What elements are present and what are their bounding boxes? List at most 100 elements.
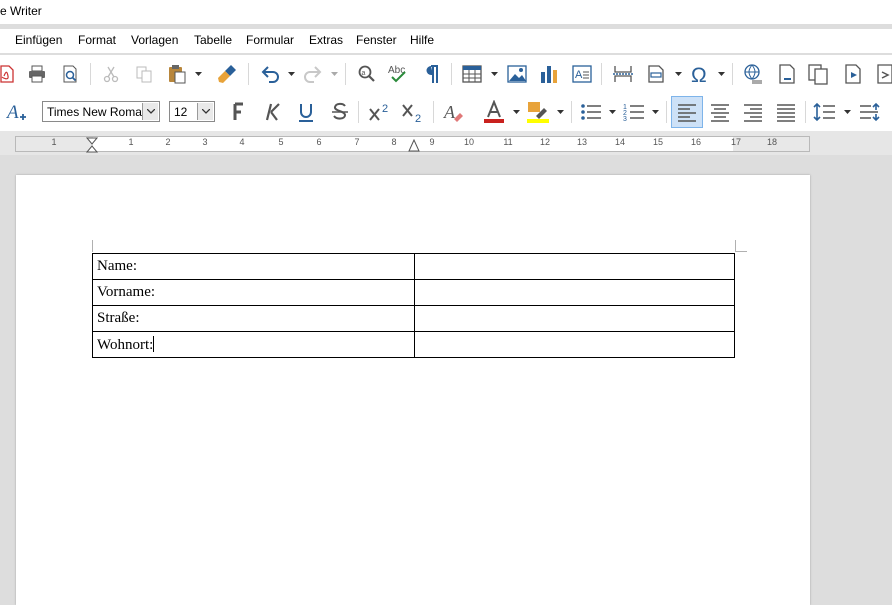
ruler-number: 17 <box>730 137 742 147</box>
insert-field-dropdown-arrow[interactable] <box>674 61 682 87</box>
copy-icon[interactable] <box>131 61 157 87</box>
insert-field-icon[interactable] <box>643 61 669 87</box>
ordered-list-icon[interactable]: 123 <box>621 99 647 125</box>
menu-window[interactable]: Fenster <box>356 33 397 47</box>
menu-tools[interactable]: Extras <box>309 33 343 47</box>
menu-table[interactable]: Tabelle <box>194 33 232 47</box>
hyperlink-icon[interactable] <box>740 61 766 87</box>
special-character-dropdown-arrow[interactable] <box>717 61 725 87</box>
highlighting-color-icon[interactable] <box>525 99 551 125</box>
print-icon[interactable] <box>24 61 50 87</box>
font-color-icon[interactable] <box>481 99 507 125</box>
table-cell[interactable] <box>414 305 735 332</box>
document-page[interactable] <box>16 175 810 605</box>
ruler-number: 11 <box>503 137 513 147</box>
paste-dropdown-arrow[interactable] <box>194 61 202 87</box>
line-spacing-dropdown-arrow[interactable] <box>843 99 851 125</box>
ruler-number: 16 <box>690 137 702 147</box>
line-spacing-icon[interactable] <box>812 99 838 125</box>
toolbar-separator <box>90 63 91 85</box>
ruler-number: 10 <box>463 137 475 147</box>
title-bar: e Writer <box>0 0 892 24</box>
ruler-number: 3 <box>202 137 208 147</box>
document-table[interactable]: Name: Vorname: Straße: Wohnort: <box>92 253 735 358</box>
ruler-number: 9 <box>429 137 435 147</box>
ruler-number: 5 <box>278 137 284 147</box>
spelling-icon[interactable]: Abc <box>386 61 412 87</box>
table-row: Wohnort: <box>92 331 735 358</box>
strikethrough-icon[interactable] <box>327 99 353 125</box>
insert-table-icon[interactable] <box>459 61 485 87</box>
clear-formatting-icon[interactable]: A <box>441 99 467 125</box>
special-character-icon[interactable]: Ω <box>687 61 713 87</box>
footnote-icon[interactable] <box>774 61 800 87</box>
superscript-icon[interactable]: 2 <box>367 99 393 125</box>
menu-styles[interactable]: Vorlagen <box>131 33 178 47</box>
insert-table-dropdown-arrow[interactable] <box>490 61 498 87</box>
find-replace-icon[interactable]: a <box>354 61 380 87</box>
svg-text:2: 2 <box>382 103 388 115</box>
menu-insert[interactable]: Einfügen <box>15 33 62 47</box>
ruler-number: 12 <box>539 137 551 147</box>
indent-marker-icon[interactable] <box>85 137 99 158</box>
column-marker-icon[interactable] <box>408 138 420 157</box>
svg-text:A: A <box>6 102 19 123</box>
italic-icon[interactable] <box>259 99 285 125</box>
bold-icon[interactable] <box>226 99 252 125</box>
paragraph-style-icon[interactable]: A <box>4 99 30 125</box>
font-name-combobox[interactable]: Times New Roman <box>42 101 160 122</box>
navigator-icon[interactable] <box>872 61 892 87</box>
menu-help[interactable]: Hilfe <box>410 33 434 47</box>
ruler-number: 1 <box>51 137 57 147</box>
page-break-icon[interactable] <box>610 61 636 87</box>
ruler-number: 4 <box>239 137 245 147</box>
insert-image-icon[interactable] <box>504 61 530 87</box>
insert-chart-icon[interactable] <box>536 61 562 87</box>
formatting-marks-icon[interactable] <box>419 61 445 87</box>
ruler-number: 13 <box>576 137 588 147</box>
font-size-combobox[interactable]: 12 <box>169 101 215 122</box>
menu-format[interactable]: Format <box>78 33 116 47</box>
font-name-dropdown-arrow[interactable] <box>142 103 158 120</box>
comment-icon[interactable] <box>806 61 832 87</box>
paste-icon[interactable] <box>164 61 190 87</box>
table-cell[interactable] <box>414 253 735 280</box>
unordered-list-icon[interactable] <box>578 99 604 125</box>
toolbar-separator <box>805 101 806 123</box>
clone-formatting-icon[interactable] <box>215 61 241 87</box>
redo-dropdown-arrow[interactable] <box>330 61 338 87</box>
subscript-icon[interactable]: 2 <box>400 99 426 125</box>
justify-icon[interactable] <box>773 99 799 125</box>
unordered-list-dropdown-arrow[interactable] <box>608 99 616 125</box>
cell-text: Vorname: <box>97 284 156 300</box>
cell-text: Wohnort: <box>97 336 154 353</box>
toolbar-separator <box>345 63 346 85</box>
undo-icon[interactable] <box>257 61 283 87</box>
table-cell[interactable] <box>414 279 735 306</box>
toolbar-separator <box>248 63 249 85</box>
align-left-icon[interactable] <box>671 96 703 128</box>
menu-form[interactable]: Formular <box>246 33 294 47</box>
export-pdf-icon[interactable] <box>0 61 20 87</box>
font-size-dropdown-arrow[interactable] <box>197 103 213 120</box>
ruler-number: 2 <box>165 137 171 147</box>
table-cell[interactable] <box>414 331 735 358</box>
table-cell[interactable]: Name: <box>92 253 415 280</box>
align-right-icon[interactable] <box>740 99 766 125</box>
undo-dropdown-arrow[interactable] <box>287 61 295 87</box>
table-cell[interactable]: Wohnort: <box>92 331 415 358</box>
insert-textbox-icon[interactable]: A <box>569 61 595 87</box>
paragraph-spacing-icon[interactable] <box>857 99 883 125</box>
table-cell[interactable]: Vorname: <box>92 279 415 306</box>
text-cursor <box>153 335 155 352</box>
highlighting-color-dropdown-arrow[interactable] <box>556 99 564 125</box>
track-changes-icon[interactable] <box>840 61 866 87</box>
underline-icon[interactable] <box>293 99 319 125</box>
cut-icon[interactable] <box>98 61 124 87</box>
align-center-icon[interactable] <box>707 99 733 125</box>
print-preview-icon[interactable] <box>57 61 83 87</box>
redo-icon[interactable] <box>300 61 326 87</box>
font-color-dropdown-arrow[interactable] <box>512 99 520 125</box>
table-cell[interactable]: Straße: <box>92 305 415 332</box>
ordered-list-dropdown-arrow[interactable] <box>651 99 659 125</box>
